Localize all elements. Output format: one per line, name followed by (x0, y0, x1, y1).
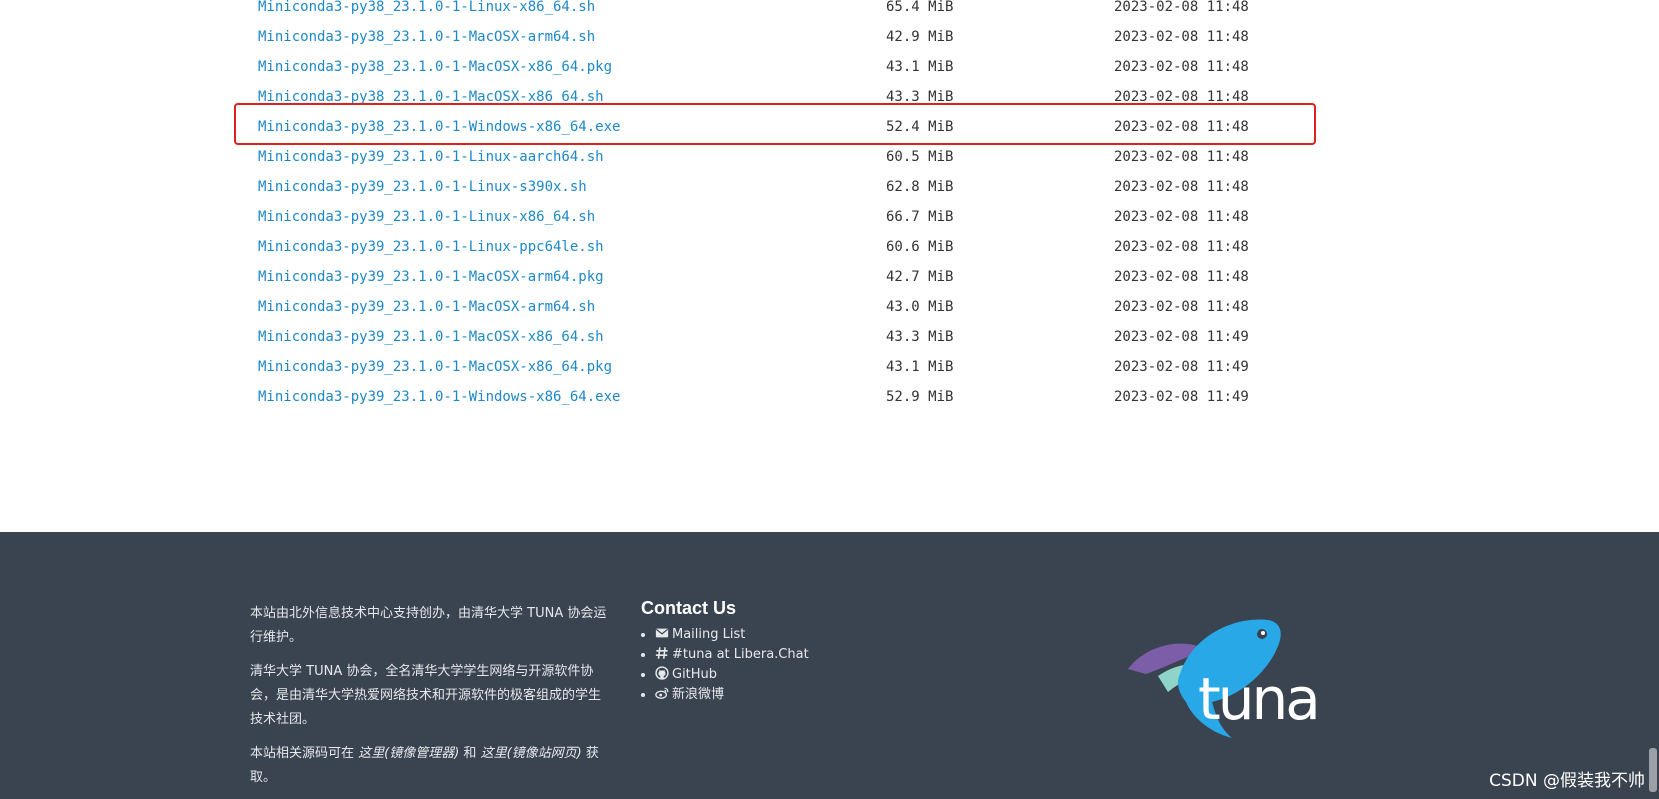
file-date: 2023-02-08 11:48 (1114, 179, 1249, 195)
file-date: 2023-02-08 11:48 (1114, 239, 1249, 255)
table-row: Miniconda3-py39_23.1.0-1-Linux-ppc64le.s… (0, 232, 1640, 262)
file-link[interactable]: Miniconda3-py39_23.1.0-1-Linux-s390x.sh (258, 172, 587, 202)
contact-github[interactable]: GitHub (641, 665, 809, 685)
mirror-web-link[interactable]: 这里(镜像站网页) (481, 746, 582, 761)
table-row: Miniconda3-py38_23.1.0-1-MacOSX-x86_64.p… (0, 52, 1640, 82)
contact-section: Contact Us Mailing List #tuna at Libera.… (641, 598, 809, 705)
site-footer: 本站由北外信息技术中心支持创办，由清华大学 TUNA 协会运行维护。 清华大学 … (0, 532, 1659, 799)
file-link[interactable]: Miniconda3-py39_23.1.0-1-MacOSX-x86_64.p… (258, 352, 612, 382)
file-link[interactable]: Miniconda3-py38_23.1.0-1-MacOSX-x86_64.s… (258, 82, 604, 112)
table-row: Miniconda3-py39_23.1.0-1-Windows-x86_64.… (0, 382, 1640, 412)
scrollbar-thumb[interactable] (1649, 748, 1657, 792)
file-size: 52.4 MiB (886, 119, 954, 135)
table-row-highlighted: Miniconda3-py38_23.1.0-1-Windows-x86_64.… (0, 112, 1640, 142)
file-size: 66.7 MiB (886, 209, 954, 225)
mirror-manager-link[interactable]: 这里(镜像管理器) (358, 746, 459, 761)
about-paragraph: 清华大学 TUNA 协会，全名清华大学学生网络与开源软件协会，是由清华大学热爱网… (250, 664, 602, 727)
file-size: 60.5 MiB (886, 149, 954, 165)
footer-about: 本站由北外信息技术中心支持创办，由清华大学 TUNA 协会运行维护。 清华大学 … (250, 602, 610, 799)
envelope-icon (655, 628, 669, 638)
file-date: 2023-02-08 11:49 (1114, 359, 1249, 375)
file-date: 2023-02-08 11:48 (1114, 0, 1249, 15)
contact-list: Mailing List #tuna at Libera.Chat GitHub… (641, 625, 809, 705)
file-link[interactable]: Miniconda3-py39_23.1.0-1-MacOSX-x86_64.s… (258, 322, 604, 352)
file-size: 43.3 MiB (886, 89, 954, 105)
mirror-page: Miniconda3-py38_23.1.0-1-Linux-x86_64.sh… (0, 0, 1659, 799)
source-mid: 和 (459, 746, 481, 761)
file-date: 2023-02-08 11:48 (1114, 299, 1249, 315)
table-row: Miniconda3-py39_23.1.0-1-MacOSX-x86_64.p… (0, 352, 1640, 382)
table-row: Miniconda3-py39_23.1.0-1-Linux-aarch64.s… (0, 142, 1640, 172)
file-size: 42.9 MiB (886, 29, 954, 45)
tuna-logo-text: tuna (1198, 665, 1321, 733)
csdn-watermark: CSDN @假装我不帅 (1489, 771, 1645, 791)
contact-irc[interactable]: #tuna at Libera.Chat (641, 645, 809, 665)
table-row: Miniconda3-py39_23.1.0-1-MacOSX-x86_64.s… (0, 322, 1640, 352)
contact-weibo[interactable]: 新浪微博 (641, 685, 809, 705)
file-link[interactable]: Miniconda3-py39_23.1.0-1-Linux-ppc64le.s… (258, 232, 604, 262)
file-size: 52.9 MiB (886, 389, 954, 405)
contact-title: Contact Us (641, 598, 737, 618)
file-size: 43.1 MiB (886, 59, 954, 75)
file-date: 2023-02-08 11:49 (1114, 329, 1249, 345)
github-icon (655, 666, 669, 680)
file-date: 2023-02-08 11:48 (1114, 89, 1249, 105)
table-row: Miniconda3-py39_23.1.0-1-Linux-s390x.sh … (0, 172, 1640, 202)
file-size: 43.3 MiB (886, 329, 954, 345)
file-size: 42.7 MiB (886, 269, 954, 285)
table-row: Miniconda3-py39_23.1.0-1-Linux-x86_64.sh… (0, 202, 1640, 232)
contact-label: GitHub (672, 667, 718, 682)
contact-mailing-list[interactable]: Mailing List (641, 625, 809, 645)
file-link[interactable]: Miniconda3-py38_23.1.0-1-MacOSX-arm64.sh (258, 22, 595, 52)
about-paragraph: 本站由北外信息技术中心支持创办，由清华大学 TUNA 协会运行维护。 (250, 606, 607, 645)
weibo-icon (655, 687, 669, 699)
table-row: Miniconda3-py39_23.1.0-1-MacOSX-arm64.pk… (0, 262, 1640, 292)
file-link[interactable]: Miniconda3-py39_23.1.0-1-MacOSX-arm64.sh (258, 292, 595, 322)
file-date: 2023-02-08 11:48 (1114, 119, 1249, 135)
file-list: Miniconda3-py38_23.1.0-1-Linux-x86_64.sh… (0, 0, 1640, 412)
source-prefix: 本站相关源码可在 (250, 746, 359, 761)
table-row: Miniconda3-py39_23.1.0-1-MacOSX-arm64.sh… (0, 292, 1640, 322)
file-size: 60.6 MiB (886, 239, 954, 255)
file-date: 2023-02-08 11:48 (1114, 269, 1249, 285)
file-date: 2023-02-08 11:48 (1114, 59, 1249, 75)
file-link-highlighted[interactable]: Miniconda3-py38_23.1.0-1-Windows-x86_64.… (258, 112, 620, 142)
contact-label: #tuna at Libera.Chat (672, 647, 809, 662)
hash-icon (655, 647, 668, 659)
file-link[interactable]: Miniconda3-py39_23.1.0-1-Linux-aarch64.s… (258, 142, 604, 172)
file-link[interactable]: Miniconda3-py38_23.1.0-1-Linux-x86_64.sh (258, 0, 595, 22)
file-size: 43.1 MiB (886, 359, 954, 375)
table-row: Miniconda3-py38_23.1.0-1-MacOSX-x86_64.s… (0, 82, 1640, 112)
source-code-paragraph: 本站相关源码可在 这里(镜像管理器) 和 这里(镜像站网页) 获取。 (250, 742, 610, 790)
file-date: 2023-02-08 11:48 (1114, 149, 1249, 165)
file-link[interactable]: Miniconda3-py39_23.1.0-1-Linux-x86_64.sh (258, 202, 595, 232)
file-size: 65.4 MiB (886, 0, 954, 15)
file-size: 43.0 MiB (886, 299, 954, 315)
file-size: 62.8 MiB (886, 179, 954, 195)
contact-label: 新浪微博 (672, 687, 725, 702)
file-link[interactable]: Miniconda3-py39_23.1.0-1-MacOSX-arm64.pk… (258, 262, 604, 292)
file-date: 2023-02-08 11:48 (1114, 29, 1249, 45)
file-date: 2023-02-08 11:48 (1114, 209, 1249, 225)
file-link[interactable]: Miniconda3-py38_23.1.0-1-MacOSX-x86_64.p… (258, 52, 612, 82)
file-link[interactable]: Miniconda3-py39_23.1.0-1-Windows-x86_64.… (258, 382, 620, 412)
table-row: Miniconda3-py38_23.1.0-1-MacOSX-arm64.sh… (0, 22, 1640, 52)
table-row: Miniconda3-py38_23.1.0-1-Linux-x86_64.sh… (0, 0, 1640, 22)
contact-label: Mailing List (672, 627, 746, 642)
file-date: 2023-02-08 11:49 (1114, 389, 1249, 405)
